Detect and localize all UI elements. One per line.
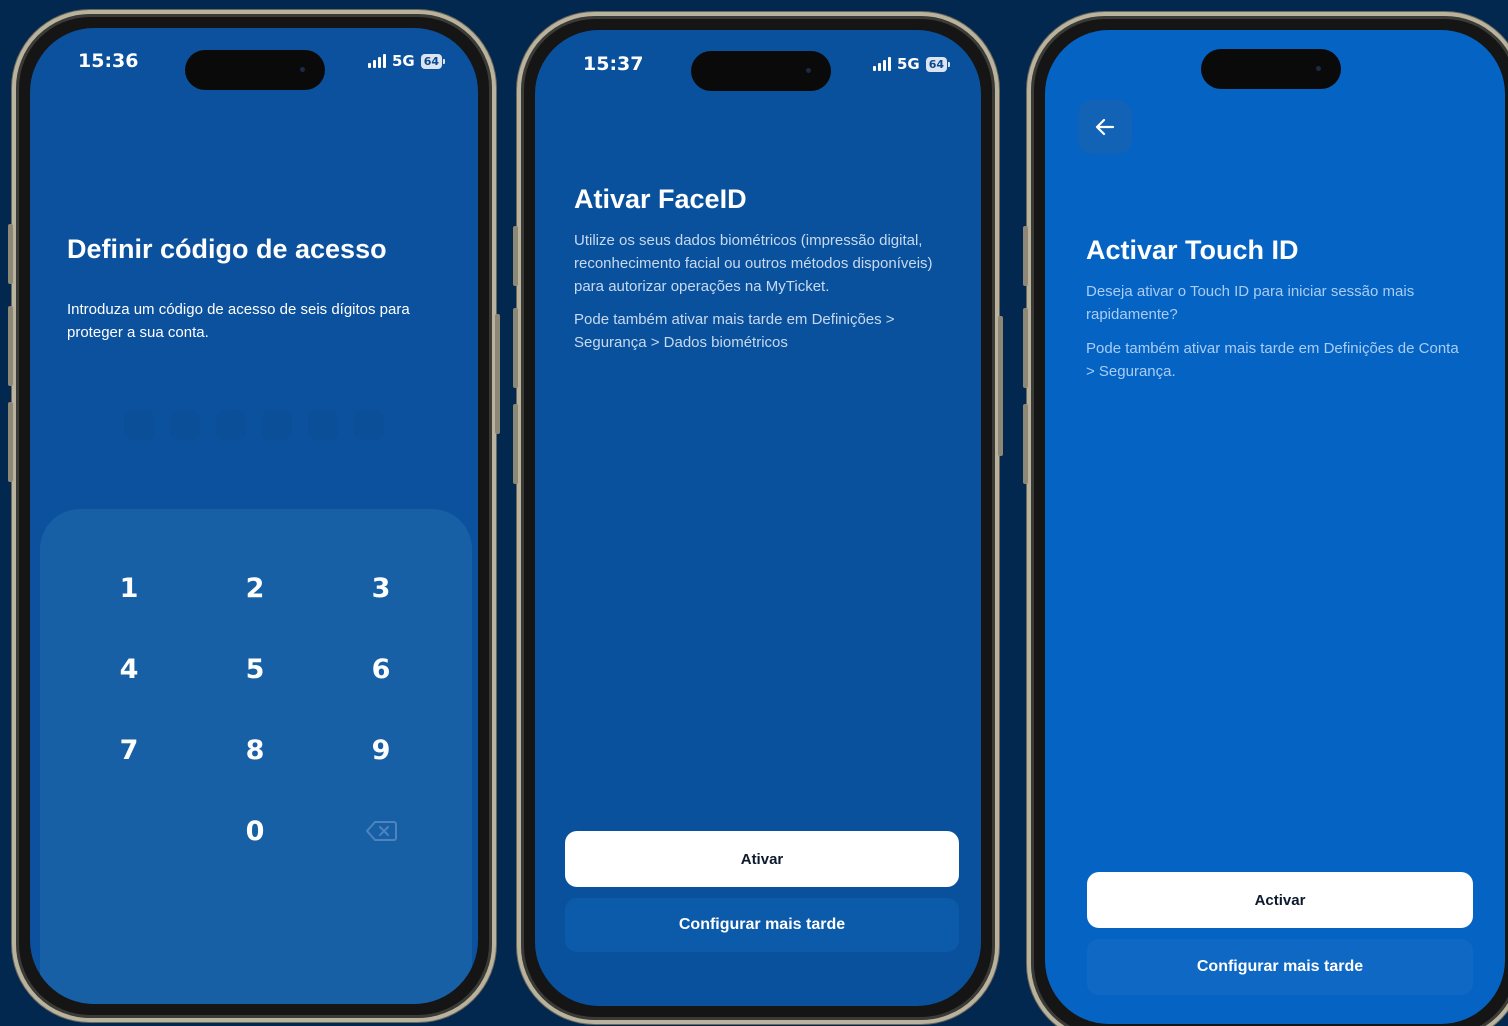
page-description: Deseja ativar o Touch ID para iniciar se… <box>1086 283 1415 323</box>
pin-dot <box>308 410 338 440</box>
activate-button[interactable]: Ativar <box>565 831 959 887</box>
pin-indicator <box>124 410 384 440</box>
arrow-left-icon <box>1095 118 1115 136</box>
key-0[interactable]: 0 <box>215 806 295 856</box>
key-8[interactable]: 8 <box>215 725 295 775</box>
key-1[interactable]: 1 <box>89 563 169 613</box>
phone-side-button <box>513 226 518 286</box>
battery-icon: 64 <box>420 53 446 69</box>
key-7[interactable]: 7 <box>89 725 169 775</box>
phone-side-button <box>8 224 13 284</box>
pin-dot <box>262 410 292 440</box>
key-9[interactable]: 9 <box>341 725 421 775</box>
page-title: Activar Touch ID <box>1086 235 1299 265</box>
settings-note: Pode também ativar mais tarde em Definiç… <box>574 311 895 351</box>
dynamic-island <box>691 51 831 91</box>
page-title: Definir código de acesso <box>67 234 387 264</box>
phone-side-button <box>8 306 13 386</box>
pin-dot <box>216 410 246 440</box>
status-time: 15:37 <box>583 53 644 75</box>
delete-key[interactable] <box>341 806 421 856</box>
page-description: Utilize os seus dados biométricos (impre… <box>574 232 933 295</box>
phone-side-button <box>998 316 1003 456</box>
phone-side-button <box>1023 308 1028 388</box>
pin-dot <box>170 410 200 440</box>
network-label: 5G <box>896 55 920 73</box>
phone-side-button <box>513 404 518 484</box>
configure-later-button[interactable]: Configurar mais tarde <box>565 898 959 952</box>
activate-button[interactable]: Activar <box>1087 872 1473 928</box>
screen-faceid: 15:37 5G 64 Ativar FaceID Utilize os seu… <box>535 30 981 1006</box>
key-3[interactable]: 3 <box>341 563 421 613</box>
backspace-icon <box>366 821 397 841</box>
key-2[interactable]: 2 <box>215 563 295 613</box>
key-4[interactable]: 4 <box>89 644 169 694</box>
dynamic-island <box>1201 49 1341 89</box>
screen-touchid: Activar Touch ID Deseja ativar o Touch I… <box>1045 30 1505 1024</box>
phone-side-button <box>513 308 518 388</box>
battery-icon: 64 <box>925 56 951 72</box>
configure-later-button[interactable]: Configurar mais tarde <box>1087 939 1473 995</box>
phone-side-button <box>8 402 13 482</box>
signal-icon <box>872 57 891 71</box>
network-label: 5G <box>391 52 415 70</box>
phone-side-button <box>495 314 500 434</box>
phone-passcode: 15:36 5G 64 Definir código de acesso Int… <box>8 10 500 1022</box>
pin-dot <box>354 410 384 440</box>
status-time: 15:36 <box>78 50 139 72</box>
phone-faceid: 15:37 5G 64 Ativar FaceID Utilize os seu… <box>513 12 1003 1024</box>
phone-side-button <box>1023 404 1028 484</box>
status-indicators: 5G 64 <box>872 55 951 73</box>
back-button[interactable] <box>1078 100 1132 154</box>
dynamic-island <box>185 50 325 90</box>
numeric-keypad: 1 2 3 4 5 6 7 8 9 0 <box>40 509 472 1004</box>
page-title: Ativar FaceID <box>574 184 747 214</box>
signal-icon <box>367 54 386 68</box>
phone-side-button <box>1023 226 1028 286</box>
screen-passcode: 15:36 5G 64 Definir código de acesso Int… <box>30 28 478 1004</box>
key-6[interactable]: 6 <box>341 644 421 694</box>
mockup-stage: 15:36 5G 64 Definir código de acesso Int… <box>0 0 1508 1026</box>
pin-dot <box>124 410 154 440</box>
phone-touchid: Activar Touch ID Deseja ativar o Touch I… <box>1023 12 1508 1026</box>
page-description: Introduza um código de acesso de seis dí… <box>67 301 410 341</box>
settings-note: Pode também ativar mais tarde em Definiç… <box>1086 340 1459 380</box>
key-5[interactable]: 5 <box>215 644 295 694</box>
status-indicators: 5G 64 <box>367 52 446 70</box>
